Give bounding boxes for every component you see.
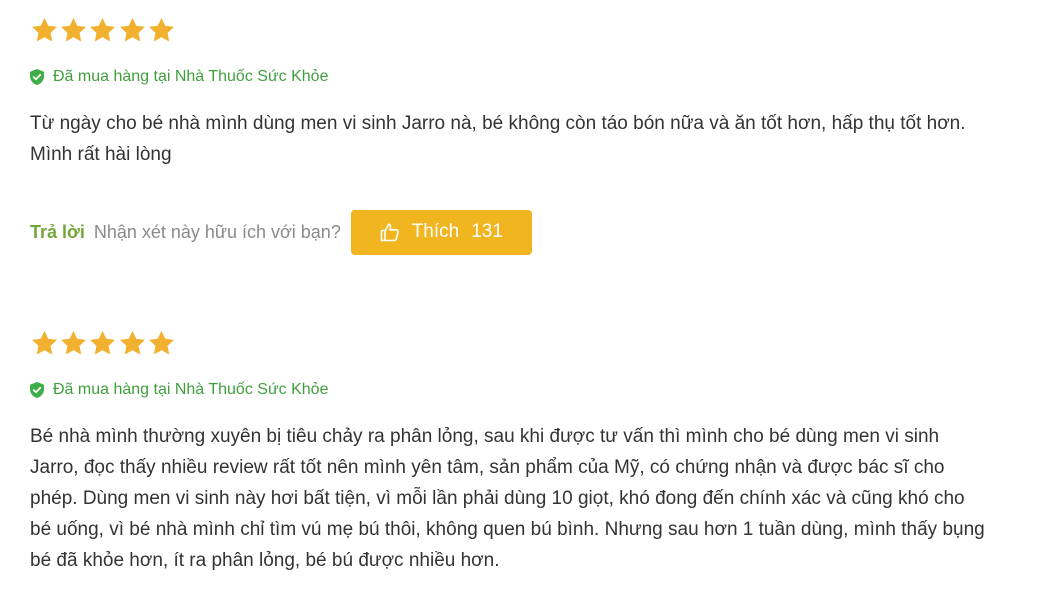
like-button[interactable]: Thích 131 bbox=[350, 209, 532, 255]
verified-purchase: Đã mua hàng tại Nhà Thuốc Sức Khỏe bbox=[30, 66, 328, 88]
star-icon bbox=[147, 329, 176, 358]
star-icon bbox=[118, 329, 147, 358]
review-text: Bé nhà mình thường xuyên bị tiêu chảy ra… bbox=[30, 426, 985, 571]
star-rating bbox=[30, 14, 1030, 46]
shield-check-icon bbox=[30, 69, 44, 85]
star-icon bbox=[118, 16, 147, 45]
star-icon bbox=[59, 329, 88, 358]
shield-check-icon bbox=[30, 382, 44, 398]
star-rating bbox=[30, 327, 1030, 359]
review-text: Từ ngày cho bé nhà mình dùng men vi sinh… bbox=[30, 113, 966, 165]
like-count: 131 bbox=[471, 221, 503, 242]
verified-purchase-text: Đã mua hàng tại Nhà Thuốc Sức Khỏe bbox=[53, 68, 329, 85]
verified-purchase-text: Đã mua hàng tại Nhà Thuốc Sức Khỏe bbox=[53, 381, 329, 398]
review-actions: Trả lời Nhận xét này hữu ích với bạn? Th… bbox=[30, 209, 532, 255]
thumbs-up-icon bbox=[380, 222, 400, 242]
star-icon bbox=[147, 16, 176, 45]
verified-purchase: Đã mua hàng tại Nhà Thuốc Sức Khỏe bbox=[30, 379, 328, 401]
star-icon bbox=[30, 16, 59, 45]
star-icon bbox=[88, 329, 117, 358]
star-icon bbox=[88, 16, 117, 45]
review-item: Đã mua hàng tại Nhà Thuốc Sức Khỏe Từ ng… bbox=[30, 14, 1030, 255]
like-label: Thích bbox=[411, 221, 460, 242]
reply-link[interactable]: Trả lời bbox=[30, 222, 85, 243]
review-item: Đã mua hàng tại Nhà Thuốc Sức Khỏe Bé nh… bbox=[30, 327, 1030, 571]
star-icon bbox=[59, 16, 88, 45]
helpful-question: Nhận xét này hữu ích với bạn? bbox=[93, 221, 341, 242]
star-icon bbox=[30, 329, 59, 358]
